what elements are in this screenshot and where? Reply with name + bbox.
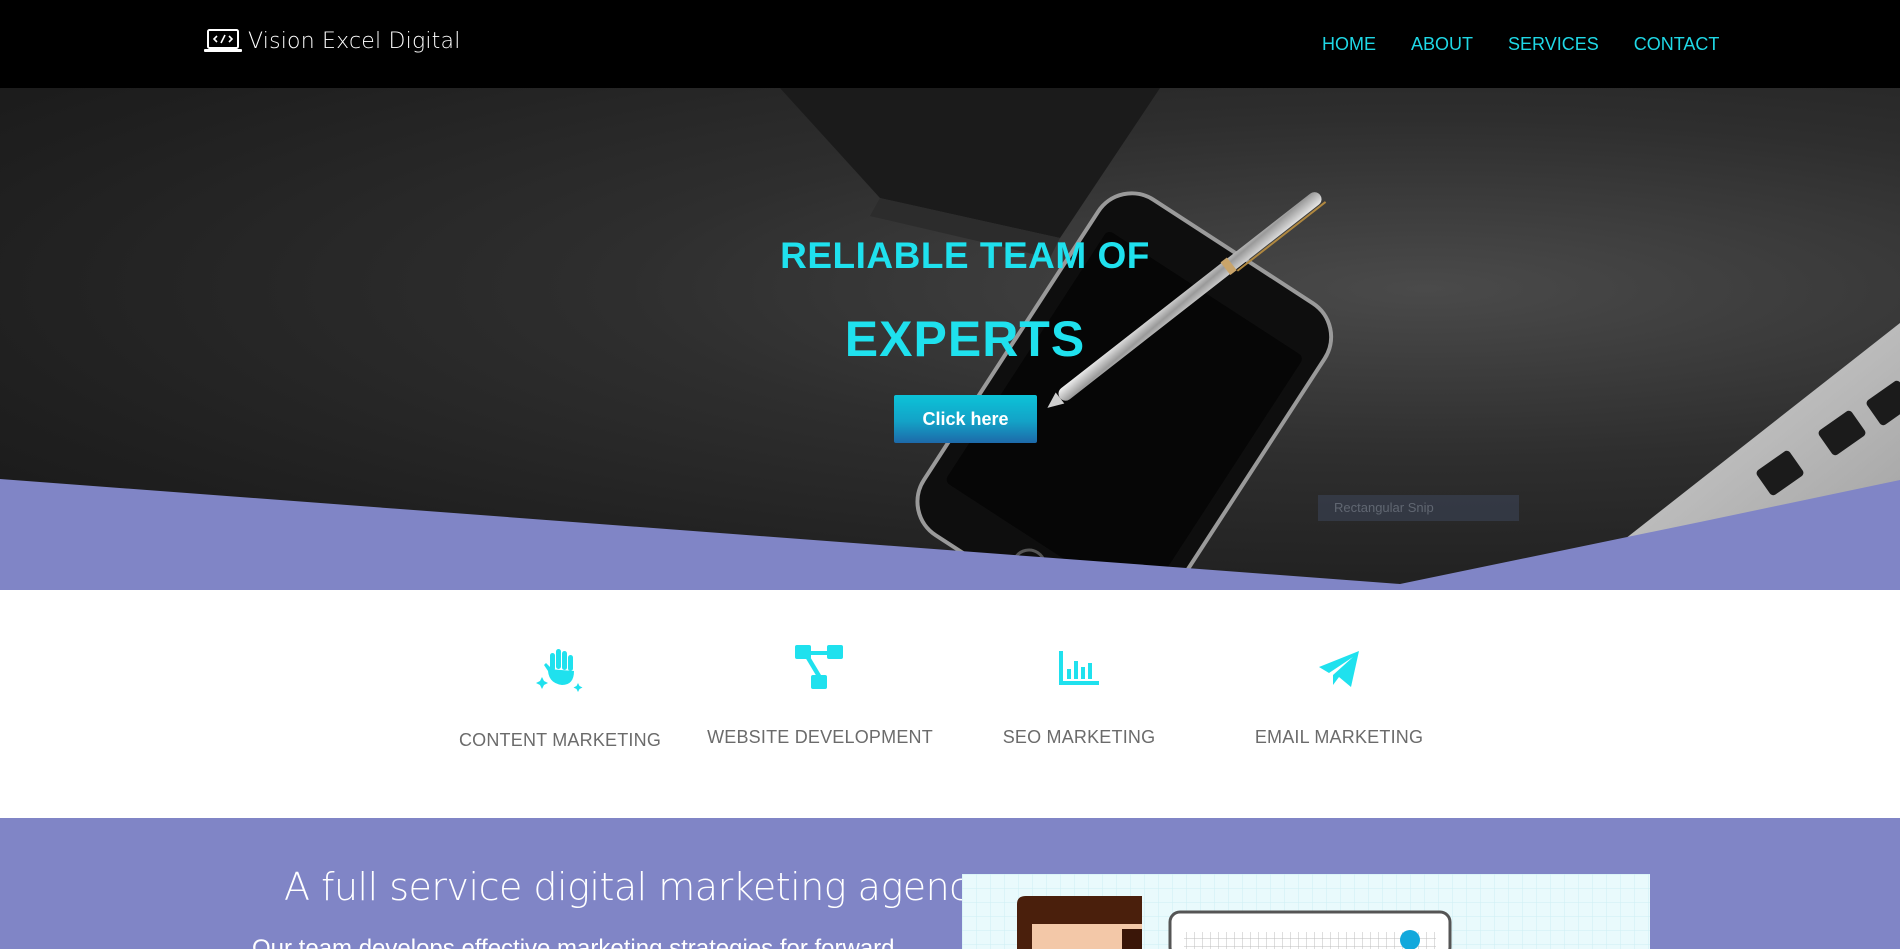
hero-section: RELIABLE TEAM OF EXPERTS Click here Rect… [0,88,1900,590]
service-label: CONTENT MARKETING [458,730,662,750]
brand-logo-link[interactable]: Vision Excel Digital [204,28,461,54]
service-label: WEBSITE DEVELOPMENT [707,727,933,747]
about-text: Our team develops effective marketing st… [252,935,895,949]
sparkle-hand-icon [536,649,583,692]
main-menu: HOME ABOUT SERVICES CONTACT [1322,32,1719,56]
nav-link-services[interactable]: SERVICES [1508,32,1599,56]
bar-chart-icon [1059,651,1099,685]
nav-link-contact[interactable]: CONTACT [1634,32,1720,56]
services-section: CONTENT MARKETING WEBSITE DEVELOPMENT SE… [0,590,1900,818]
service-label: EMAIL MARKETING [1254,727,1424,747]
marketing-illustration [962,874,1650,949]
top-navbar: Vision Excel Digital HOME ABOUT SERVICES… [0,0,1900,88]
hero-wave-divider [0,479,1900,590]
paper-plane-icon [1319,651,1359,687]
laptop-code-icon [204,29,242,52]
sitemap-icon [795,645,843,689]
brand-name: Vision Excel Digital [248,28,461,54]
nav-link-home[interactable]: HOME [1322,32,1376,56]
service-label: SEO MARKETING [1002,727,1156,747]
nav-link-about[interactable]: ABOUT [1411,32,1473,56]
about-title: A full service digital marketing agency [284,865,992,909]
about-section: A full service digital marketing agency … [0,818,1900,949]
